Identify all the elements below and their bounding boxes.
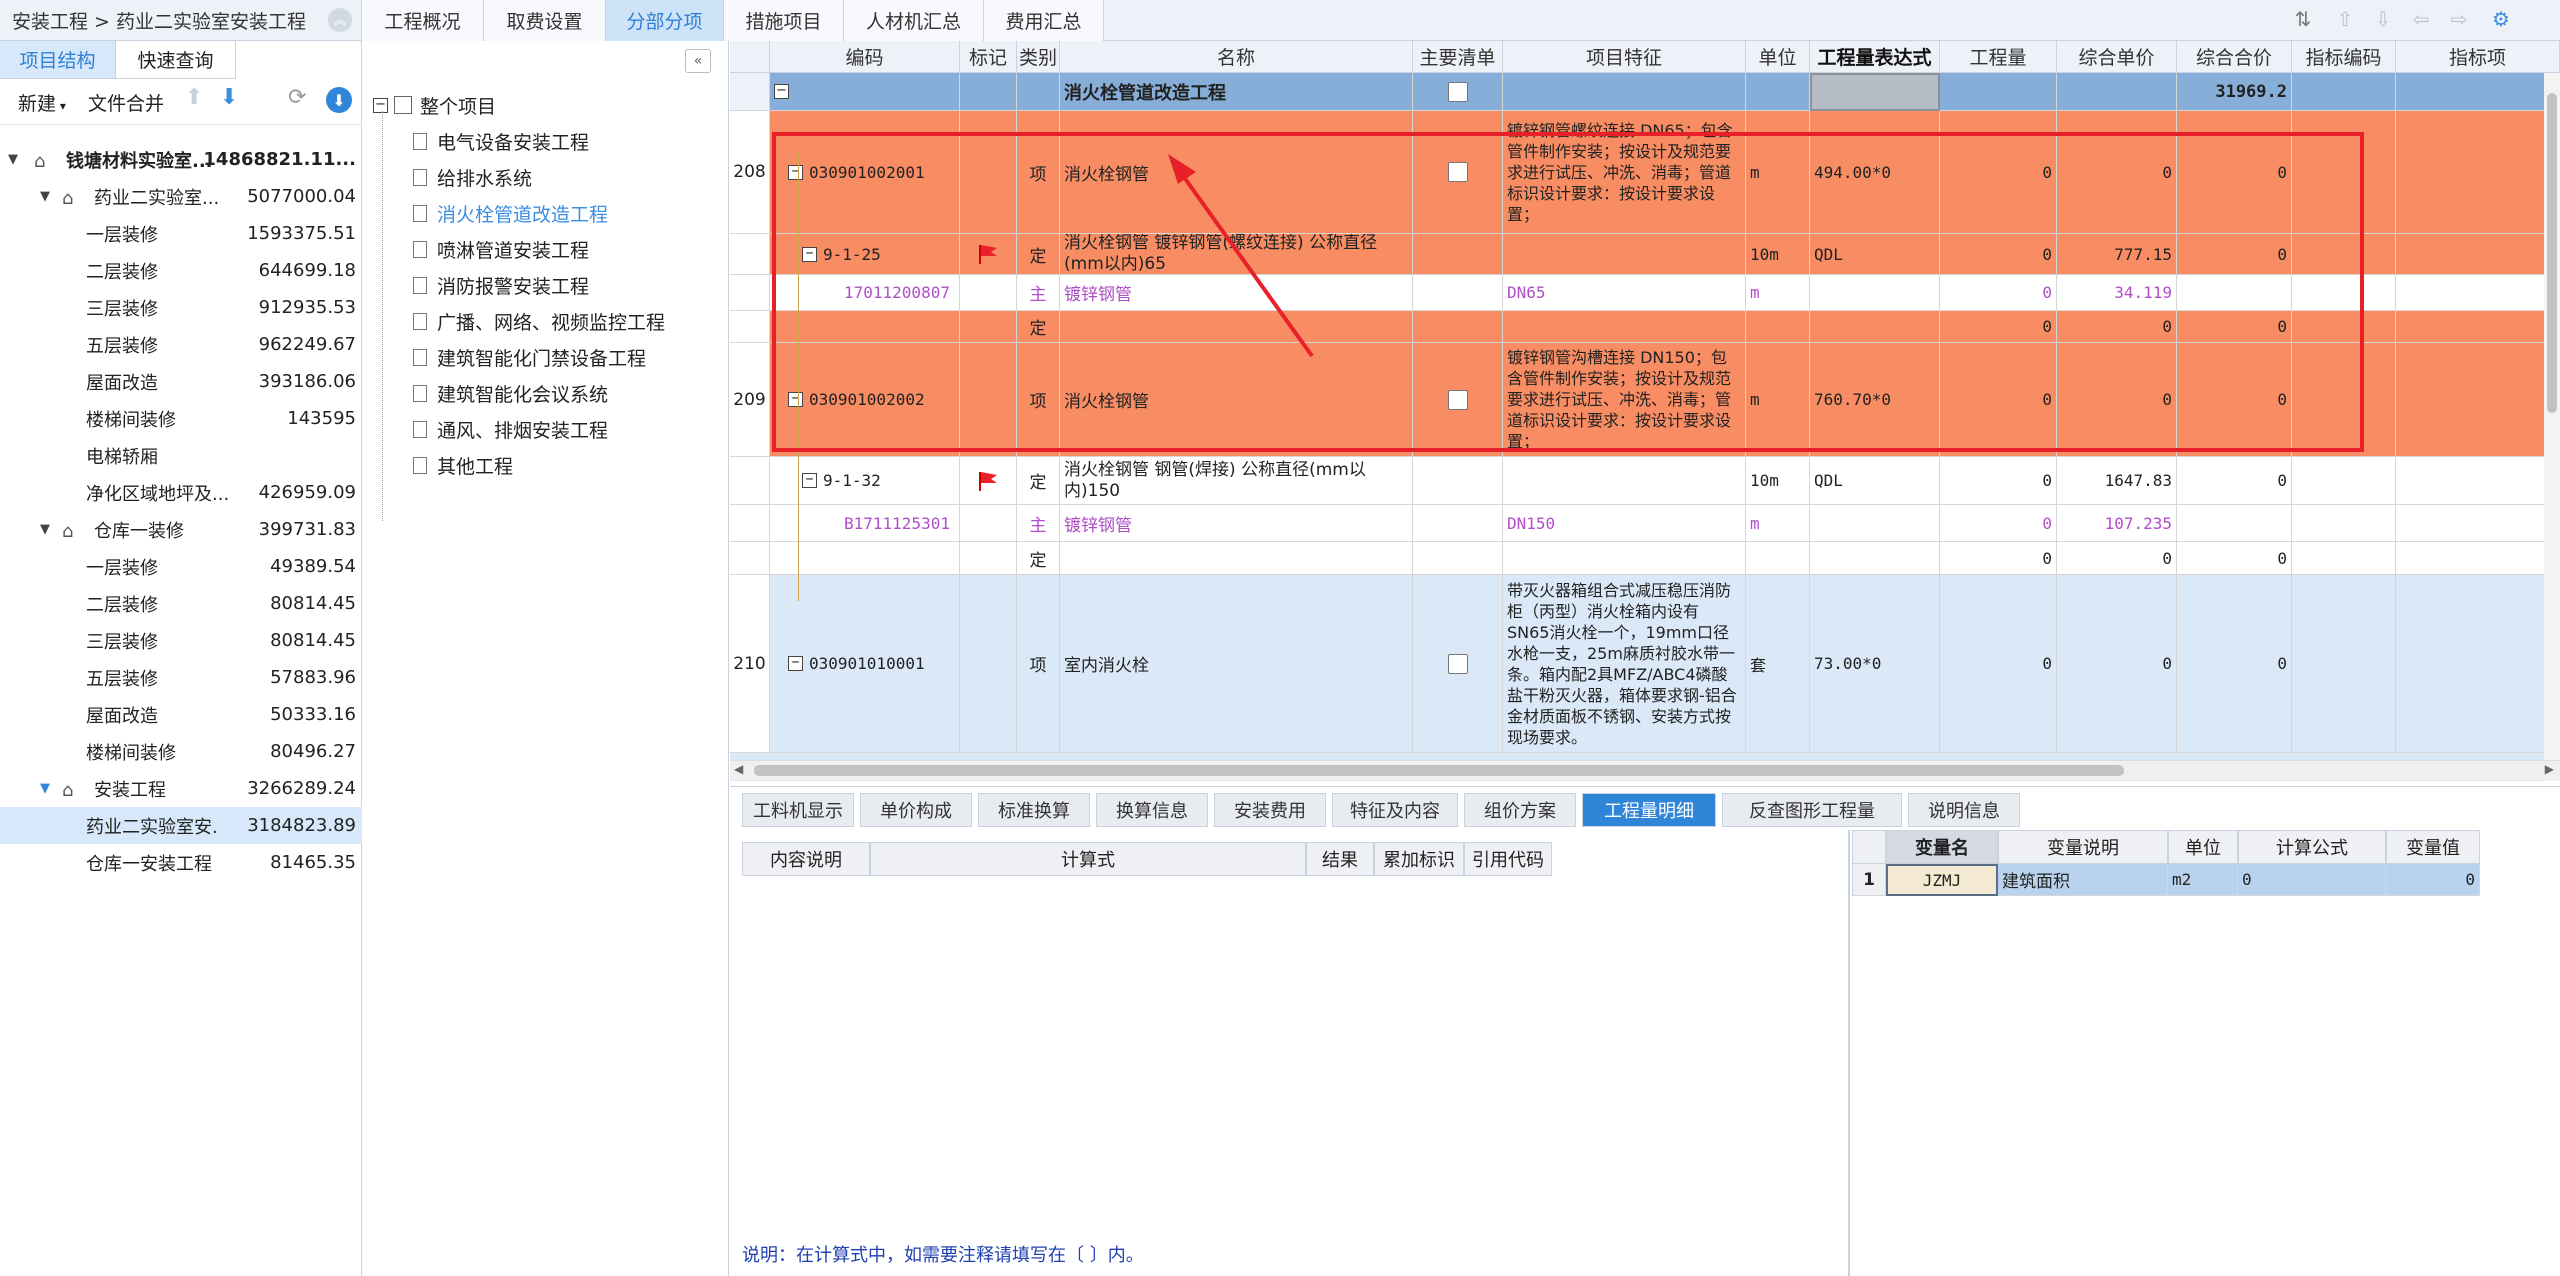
var-description-cell[interactable]: 建筑面积 xyxy=(1998,864,2168,896)
calc-header-accumulate[interactable]: 累加标识 xyxy=(1374,842,1464,876)
arrow-head xyxy=(1168,154,1196,184)
var-header-unit[interactable]: 单位 xyxy=(2168,830,2238,864)
highlight-box xyxy=(772,132,2364,452)
var-header-index xyxy=(1852,830,1886,864)
tab-description-info[interactable]: 说明信息 xyxy=(1908,793,2020,827)
var-unit-cell[interactable]: m2 xyxy=(2168,864,2238,896)
var-formula-cell[interactable]: 0 xyxy=(2238,864,2386,896)
calc-header-formula[interactable]: 计算式 xyxy=(870,842,1306,876)
table-row[interactable]: 1 JZMJ 建筑面积 m2 0 0 xyxy=(1852,864,2480,896)
tab-quantity-details[interactable]: 工程量明细 xyxy=(1582,793,1716,827)
horizontal-scrollbar[interactable]: ◀ ▶ xyxy=(730,760,2560,780)
var-index-cell: 1 xyxy=(1852,864,1886,896)
detail-tabs: 工料机显示 单价构成 标准换算 换算信息 安装费用 特征及内容 组价方案 工程量… xyxy=(730,786,2560,828)
scroll-left-icon[interactable]: ◀ xyxy=(734,762,743,776)
tab-features-content[interactable]: 特征及内容 xyxy=(1332,793,1458,827)
var-name-cell[interactable]: JZMJ xyxy=(1886,864,1998,896)
tab-standard-conversion[interactable]: 标准换算 xyxy=(978,793,1090,827)
var-value-cell[interactable]: 0 xyxy=(2386,864,2480,896)
tab-unit-price-composition[interactable]: 单价构成 xyxy=(860,793,972,827)
var-header-description[interactable]: 变量说明 xyxy=(1998,830,2168,864)
tab-graphic-quantity-lookup[interactable]: 反查图形工程量 xyxy=(1722,793,1902,827)
tab-conversion-info[interactable]: 换算信息 xyxy=(1096,793,1208,827)
tab-installation-fees[interactable]: 安装费用 xyxy=(1214,793,1326,827)
variables-panel: 变量名 变量说明 单位 计算公式 变量值 1 JZMJ 建筑面积 m2 0 0 xyxy=(1852,830,2560,1276)
var-header-formula[interactable]: 计算公式 xyxy=(2238,830,2386,864)
var-header-value[interactable]: 变量值 xyxy=(2386,830,2480,864)
scrollbar-thumb[interactable] xyxy=(754,765,2124,776)
calculation-panel: 内容说明 计算式 结果 累加标识 引用代码 xyxy=(730,830,1850,1276)
calc-header-result[interactable]: 结果 xyxy=(1306,842,1374,876)
calc-header-ref-code[interactable]: 引用代码 xyxy=(1464,842,1552,876)
calc-header-description[interactable]: 内容说明 xyxy=(742,842,870,876)
tab-material-display[interactable]: 工料机显示 xyxy=(742,793,854,827)
var-header-name[interactable]: 变量名 xyxy=(1886,830,1998,864)
annotation-arrow xyxy=(1174,164,1314,358)
scroll-right-icon[interactable]: ▶ xyxy=(2545,762,2554,776)
tab-pricing-plan[interactable]: 组价方案 xyxy=(1464,793,1576,827)
formula-note: 说明：在计算式中，如需要注释请填写在〔 〕内。 xyxy=(742,1245,1144,1266)
